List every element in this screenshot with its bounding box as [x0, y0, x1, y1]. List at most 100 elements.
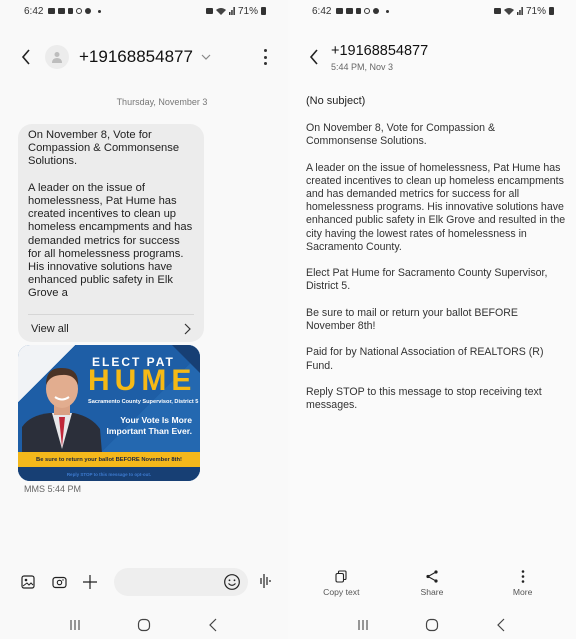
chrome-icon: [373, 8, 380, 14]
view-all-label: View all: [31, 323, 69, 335]
message-input[interactable]: [114, 568, 214, 596]
ad-footer: Reply STOP to this message to opt-out.: [18, 467, 200, 481]
back-button[interactable]: [304, 47, 324, 67]
more-button[interactable]: More: [488, 568, 558, 602]
nav-back-icon: [209, 618, 217, 632]
nav-back-button[interactable]: [491, 615, 511, 635]
ad-candidate-name: HUME: [88, 364, 197, 397]
home-icon: [425, 618, 439, 632]
battery-percent: 71%: [237, 5, 258, 17]
battery-icon: [261, 7, 266, 15]
youtube-icon: [336, 8, 344, 14]
link-icon: [76, 8, 83, 14]
date-divider: Thursday, November 3: [116, 97, 208, 107]
accessibility-icon: [68, 8, 74, 14]
ad-tagline: Your Vote Is More Important Than Ever.: [106, 415, 192, 436]
conversation-screen: 6:42 71% +19168854877 Thursday, November…: [0, 0, 288, 639]
more-notifications-dot: [98, 9, 102, 13]
back-button[interactable]: [16, 47, 36, 67]
copy-text-label: Copy text: [323, 587, 360, 597]
detail-action-bar: Copy text Share More: [288, 568, 576, 602]
recent-apps-button[interactable]: [353, 615, 373, 635]
copy-text-button[interactable]: Copy text: [306, 568, 376, 602]
chevron-down-icon: [201, 54, 211, 60]
chevron-right-icon: [184, 323, 191, 335]
contact-title[interactable]: +19168854877: [79, 47, 193, 67]
wifi-icon: [215, 8, 226, 15]
status-time: 6:42: [312, 5, 332, 17]
message-preview-text: On November 8, Vote for Compassion & Com…: [28, 129, 193, 300]
recent-apps-button[interactable]: [65, 615, 85, 635]
more-label: More: [512, 587, 533, 597]
system-nav-bar: [0, 611, 288, 639]
accessibility-icon: [356, 8, 362, 14]
message-detail-screen: 6:42 71% +19168854877 5:44 PM, Nov 3 (No…: [288, 0, 576, 639]
more-vertical-icon: [521, 569, 524, 583]
battery-percent: 71%: [525, 5, 546, 17]
detail-header: +19168854877 5:44 PM, Nov 3: [288, 40, 576, 80]
camera-icon: [51, 576, 67, 588]
message-meta: MMS 5:44 PM: [24, 484, 82, 494]
message-timestamp: 5:44 PM, Nov 3: [331, 62, 394, 72]
back-arrow-icon: [21, 49, 30, 65]
view-all-button[interactable]: View all: [28, 315, 194, 343]
ad-subtitle: Sacramento County Supervisor, District 5: [88, 399, 199, 405]
status-bar: 6:42 71%: [288, 0, 576, 22]
expand-contact-button[interactable]: [201, 52, 211, 62]
share-icon: [426, 569, 438, 583]
status-bar: 6:42 71%: [0, 0, 288, 22]
share-label: Share: [420, 587, 444, 597]
gallery-button[interactable]: [18, 572, 38, 592]
plus-icon: [83, 575, 97, 589]
chrome-icon: [85, 8, 92, 14]
composer-bar: [0, 567, 288, 597]
ad-ballot-band: Be sure to return your ballot BEFORE Nov…: [18, 452, 200, 467]
wifi-icon: [503, 8, 514, 15]
message-paragraph: On November 8, Vote for Compassion & Com…: [306, 122, 496, 148]
share-button[interactable]: Share: [397, 568, 467, 602]
recent-apps-icon: [358, 620, 368, 630]
notification-icons: [336, 8, 390, 14]
back-arrow-icon: [309, 49, 318, 65]
alarm-icon: [205, 8, 213, 14]
recent-apps-icon: [70, 620, 80, 630]
status-time: 6:42: [24, 5, 44, 17]
mail-icon: [58, 8, 66, 14]
conversation-header: +19168854877: [0, 40, 288, 74]
home-icon: [137, 618, 151, 632]
mms-image-attachment[interactable]: ELECT PAT HUME Sacramento County Supervi…: [18, 345, 200, 481]
more-notifications-dot: [386, 9, 390, 13]
contact-avatar[interactable]: [45, 45, 69, 69]
message-paragraph: Elect Pat Hume for Sacramento County Sup…: [306, 267, 548, 293]
emoji-button[interactable]: [223, 573, 241, 591]
camera-button[interactable]: [49, 572, 69, 592]
contact-title: +19168854877: [331, 43, 429, 59]
nav-back-icon: [497, 618, 505, 632]
nav-back-button[interactable]: [203, 615, 223, 635]
message-paragraph: Paid for by National Association of REAL…: [306, 346, 544, 372]
copy-icon: [335, 569, 347, 583]
battery-icon: [549, 7, 554, 15]
message-paragraph: A leader on the issue of homelessness, P…: [306, 161, 566, 253]
message-subject: (No subject): [306, 95, 366, 107]
home-button[interactable]: [134, 615, 154, 635]
alarm-icon: [493, 8, 501, 14]
message-input-container: [114, 568, 248, 596]
message-body[interactable]: On November 8, Vote for Compassion & Com…: [306, 122, 568, 426]
signal-icon: [516, 7, 523, 15]
mail-icon: [346, 8, 354, 14]
link-icon: [364, 8, 371, 14]
signal-icon: [228, 7, 235, 15]
gallery-icon: [21, 575, 35, 589]
person-icon: [52, 52, 62, 63]
home-button[interactable]: [422, 615, 442, 635]
attach-button[interactable]: [80, 572, 100, 592]
youtube-icon: [48, 8, 56, 14]
message-bubble[interactable]: On November 8, Vote for Compassion & Com…: [18, 124, 204, 342]
notification-icons: [48, 8, 102, 14]
message-paragraph: Reply STOP to this message to stop recei…: [306, 385, 542, 412]
more-options-button[interactable]: [262, 49, 268, 65]
system-nav-bar: [288, 611, 576, 639]
voice-input-button[interactable]: [257, 572, 273, 590]
message-paragraph: Be sure to mail or return your ballot BE…: [306, 306, 518, 332]
